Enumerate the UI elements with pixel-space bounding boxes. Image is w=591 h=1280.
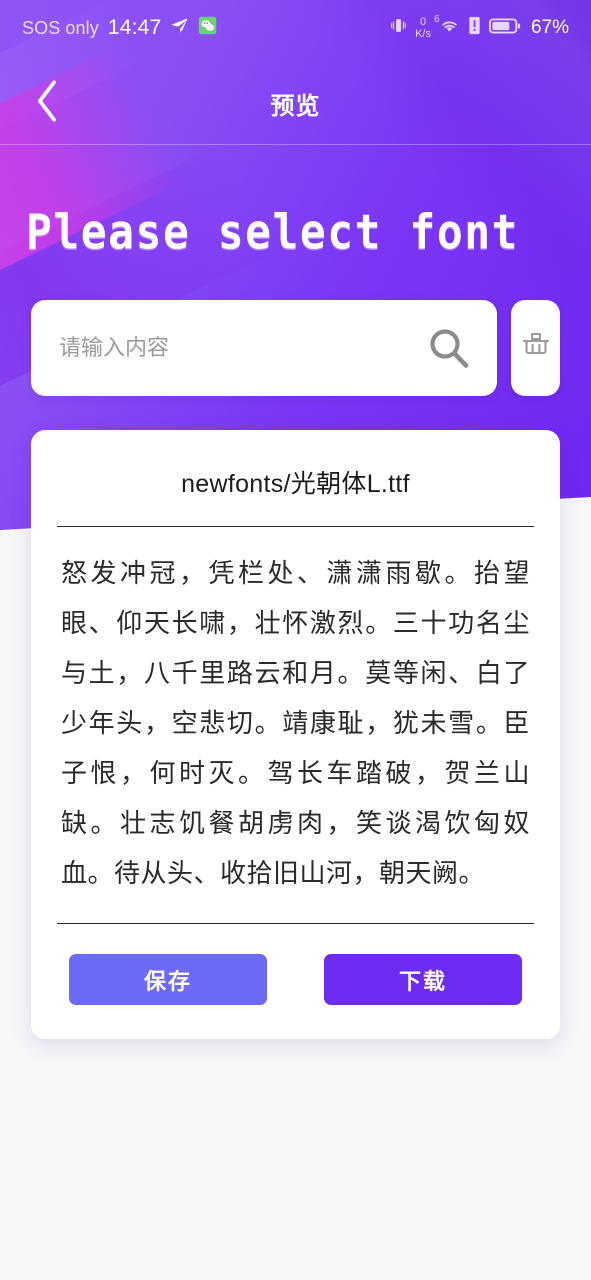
download-button[interactable]: 下载 <box>324 954 522 1005</box>
network-speed-unit: K/s <box>415 27 431 40</box>
font-name-label: newfonts/光朝体L.ttf <box>181 470 410 498</box>
wifi-generation-label: 6 <box>433 14 440 25</box>
vibrate-icon <box>390 16 407 40</box>
nav-divider <box>0 144 591 145</box>
page-title: 预览 <box>270 92 321 120</box>
broom-clear-icon <box>520 330 552 367</box>
wifi-icon: 6 <box>434 14 460 39</box>
hero-heading: Please select font <box>26 205 519 261</box>
carrier-label: SOS only <box>22 17 99 38</box>
network-speed-value: 0 <box>419 15 427 28</box>
font-sample-text: 怒发冲冠，凭栏处、潇潇雨歇。抬望眼、仰天长啸，壮怀激烈。三十功名尘与土，八千里路… <box>61 559 530 888</box>
status-bar-left: SOS only 14:47 <box>22 16 217 40</box>
search-icon[interactable] <box>425 325 471 371</box>
card-actions: 保存 下载 <box>57 924 534 1009</box>
search-box[interactable] <box>31 300 497 396</box>
clock-label: 14:47 <box>107 16 162 39</box>
clear-button[interactable] <box>511 300 560 396</box>
navigation-arrow-icon <box>170 16 189 40</box>
font-preview-card: newfonts/光朝体L.ttf 怒发冲冠，凭栏处、潇潇雨歇。抬望眼、仰天长啸… <box>31 430 560 1039</box>
search-input[interactable] <box>59 335 425 361</box>
wechat-badge-icon <box>198 16 217 40</box>
status-bar-right: 0 K/s 6 67% <box>390 14 569 40</box>
app-screen: SOS only 14:47 0 K/s 6 67% 预览 Please sel… <box>0 0 591 1280</box>
nav-bar: 预览 <box>0 62 591 144</box>
search-row <box>31 300 560 396</box>
sim-alert-icon <box>468 16 481 40</box>
battery-icon <box>488 17 521 40</box>
battery-percent-label: 67% <box>530 17 569 38</box>
status-bar: SOS only 14:47 0 K/s 6 67% <box>0 0 591 56</box>
save-button[interactable]: 保存 <box>69 954 267 1005</box>
network-speed: 0 K/s <box>415 15 431 40</box>
